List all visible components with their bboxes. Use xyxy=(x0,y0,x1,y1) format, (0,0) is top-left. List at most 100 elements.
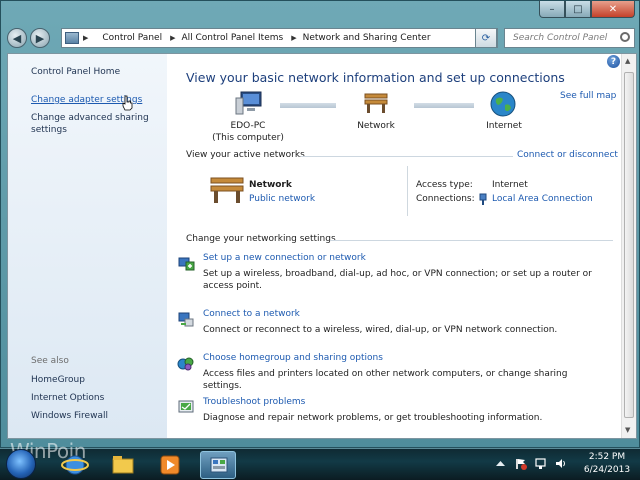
breadcrumb-separator-root[interactable]: ▶ xyxy=(83,34,94,42)
window-controls: – □ ✕ xyxy=(539,1,635,18)
forward-button[interactable]: ▶ xyxy=(30,28,50,48)
hand-cursor-icon xyxy=(122,95,133,111)
minimize-button[interactable]: – xyxy=(539,1,565,18)
divider xyxy=(407,166,408,216)
page-title: View your basic network information and … xyxy=(186,70,565,85)
breadcrumb-all-items[interactable]: ▶ All Control Panel Items xyxy=(170,33,283,43)
bench-icon xyxy=(364,93,388,113)
show-hidden-icons-icon[interactable] xyxy=(494,457,507,470)
breadcrumb-network-sharing[interactable]: ▶ Network and Sharing Center xyxy=(291,33,430,43)
task-description: Diagnose and repair network problems, or… xyxy=(203,413,543,423)
network-tray-icon[interactable] xyxy=(534,457,547,470)
content-area: Control Panel Home Change adapter settin… xyxy=(7,53,637,439)
network-node: Network xyxy=(357,121,395,131)
chevron-right-icon: ▶ xyxy=(83,34,89,42)
connect-disconnect-link[interactable]: Connect or disconnect xyxy=(517,150,618,160)
breadcrumb-control-panel[interactable]: Control Panel xyxy=(102,33,162,43)
task-title[interactable]: Connect to a network xyxy=(203,308,603,320)
navigation-row: ◀ ▶ ▶ Control Panel ▶ All Control Panel I… xyxy=(7,26,635,50)
title-bar: – □ ✕ xyxy=(1,1,640,23)
scroll-up-icon[interactable]: ▲ xyxy=(625,57,630,65)
change-advanced-line2: settings xyxy=(31,125,67,135)
control-panel-icon xyxy=(65,32,79,44)
control-panel-icon xyxy=(210,457,228,473)
internet-node: Internet xyxy=(486,121,522,131)
close-button[interactable]: ✕ xyxy=(591,1,635,18)
help-icon[interactable]: ? xyxy=(607,55,620,68)
breadcrumb-label: Control Panel xyxy=(102,33,163,43)
network-name: Network xyxy=(249,180,292,190)
chevron-right-icon: ▶ xyxy=(170,34,176,42)
left-pane: Control Panel Home Change adapter settin… xyxy=(8,54,167,438)
computer-icon xyxy=(235,91,262,115)
system-clock[interactable]: 2:52 PM 6/24/2013 xyxy=(574,451,640,477)
troubleshoot-icon xyxy=(178,400,194,413)
main-pane: View your basic network information and … xyxy=(168,54,623,438)
forward-arrow-icon: ▶ xyxy=(35,31,45,45)
connection-line xyxy=(414,103,474,108)
refresh-button[interactable]: ⟳ xyxy=(475,28,497,48)
computer-name: EDO-PC xyxy=(230,121,266,131)
task-new-connection[interactable]: Set up a new connection or network Set u… xyxy=(178,252,603,292)
internet-options-link[interactable]: Internet Options xyxy=(31,392,104,404)
control-panel-taskbar-icon[interactable] xyxy=(200,451,236,479)
access-type-value: Internet xyxy=(492,180,528,190)
clock-date: 6/24/2013 xyxy=(583,465,631,475)
folder-icon xyxy=(112,456,134,474)
breadcrumb-label: All Control Panel Items xyxy=(181,33,284,43)
local-area-connection-link[interactable]: Local Area Connection xyxy=(492,194,593,204)
back-arrow-icon: ◀ xyxy=(12,31,22,45)
task-title[interactable]: Set up a new connection or network xyxy=(203,252,603,264)
search-icon[interactable] xyxy=(620,32,630,42)
computer-node: EDO-PC (This computer) xyxy=(208,120,288,144)
refresh-icon: ⟳ xyxy=(481,32,491,44)
media-player-taskbar-icon[interactable] xyxy=(152,451,188,479)
ethernet-icon xyxy=(479,193,487,205)
change-settings-label: Change your networking settings xyxy=(186,234,336,244)
task-description: Connect or reconnect to a wireless, wire… xyxy=(203,325,558,335)
task-title[interactable]: Choose homegroup and sharing options xyxy=(203,352,603,364)
explorer-window: – □ ✕ ◀ ▶ ▶ Control Panel ▶ All Control P… xyxy=(0,0,640,448)
section-rule xyxy=(301,156,513,157)
task-title[interactable]: Troubleshoot problems xyxy=(203,396,603,408)
explorer-taskbar-icon[interactable] xyxy=(105,451,141,479)
section-rule xyxy=(330,240,613,241)
clock-time: 2:52 PM xyxy=(588,452,626,462)
change-advanced-line1: Change advanced sharing xyxy=(31,113,149,123)
public-network-link[interactable]: Public network xyxy=(249,194,315,204)
see-also-heading: See also xyxy=(31,356,69,366)
ie-icon xyxy=(61,455,89,475)
scroll-down-icon[interactable]: ▼ xyxy=(625,426,630,434)
control-panel-home-link[interactable]: Control Panel Home xyxy=(31,66,120,78)
active-networks-label: View your active networks xyxy=(186,150,305,160)
search-placeholder: Search Control Panel xyxy=(513,33,608,43)
connect-network-icon xyxy=(178,312,194,327)
connection-line xyxy=(280,103,336,108)
windows-firewall-link[interactable]: Windows Firewall xyxy=(31,410,108,422)
computer-subtitle: (This computer) xyxy=(212,133,284,143)
task-description: Set up a wireless, broadband, dial-up, a… xyxy=(203,269,592,291)
bench-icon xyxy=(210,177,244,203)
homegroup-link[interactable]: HomeGroup xyxy=(31,374,85,386)
change-advanced-sharing-link[interactable]: Change advanced sharing settings xyxy=(31,112,149,136)
media-player-icon xyxy=(160,455,180,475)
new-connection-icon xyxy=(178,257,195,271)
globe-icon xyxy=(490,91,516,117)
see-full-map-link[interactable]: See full map xyxy=(560,91,616,101)
scrollbar-thumb[interactable] xyxy=(624,72,634,418)
task-troubleshoot[interactable]: Troubleshoot problems Diagnose and repai… xyxy=(178,396,603,424)
maximize-button[interactable]: □ xyxy=(565,1,591,18)
action-center-flag-icon[interactable] xyxy=(514,457,527,470)
start-button[interactable] xyxy=(6,449,36,479)
address-bar[interactable]: ▶ Control Panel ▶ All Control Panel Items… xyxy=(61,28,498,48)
task-connect-network[interactable]: Connect to a network Connect or reconnec… xyxy=(178,308,603,336)
search-input[interactable]: Search Control Panel xyxy=(504,28,635,48)
back-button[interactable]: ◀ xyxy=(7,28,27,48)
internet-explorer-taskbar-icon[interactable] xyxy=(57,451,93,479)
breadcrumb-label: Network and Sharing Center xyxy=(302,33,431,43)
volume-icon[interactable] xyxy=(554,457,567,470)
vertical-scrollbar[interactable]: ▲ ▼ xyxy=(621,54,636,438)
task-homegroup[interactable]: Choose homegroup and sharing options Acc… xyxy=(177,352,603,392)
access-type-label: Access type: xyxy=(416,180,473,190)
chevron-right-icon: ▶ xyxy=(291,34,297,42)
